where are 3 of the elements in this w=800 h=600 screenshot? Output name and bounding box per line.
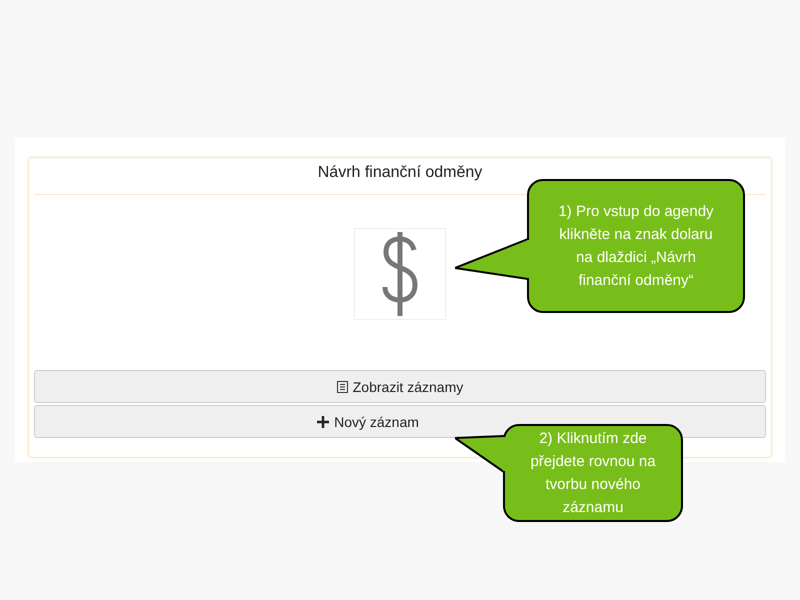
tooltip: 1) Pro vstup do agendy klikněte na znak dolaru na dlaždici „Návrh finanční odměny“ [527, 179, 745, 313]
card-title: Návrh finanční odměny [316, 163, 484, 183]
tooltip: 2) Kliknutím zde přejdete rovnou na tvorbu nového záznamu [503, 424, 683, 522]
